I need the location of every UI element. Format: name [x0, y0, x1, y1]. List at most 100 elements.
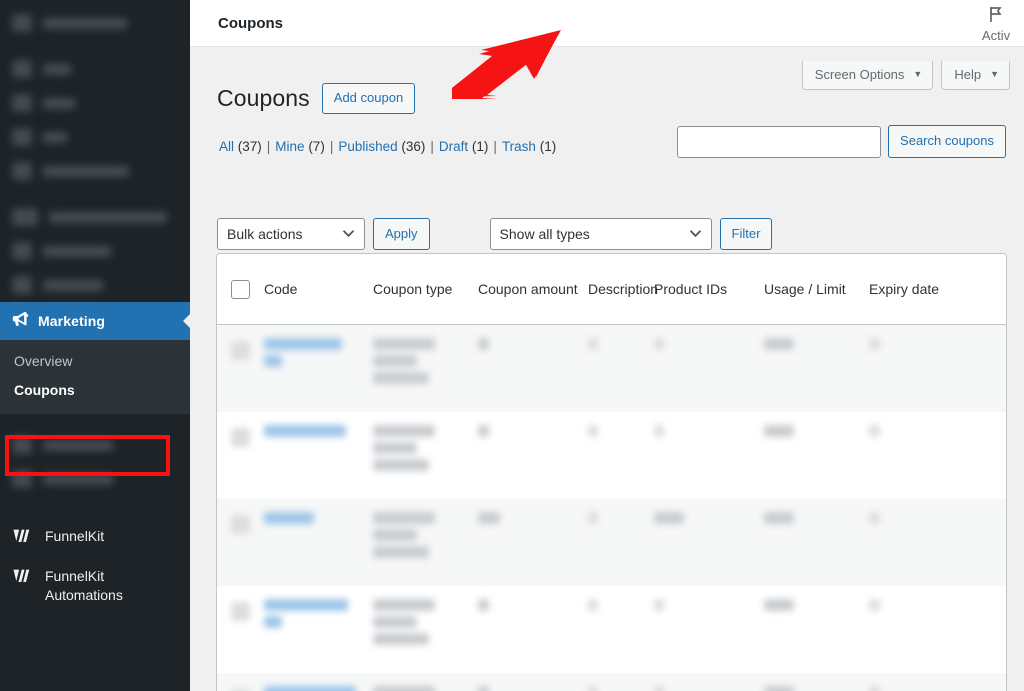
sidebar-item-label: [42, 439, 114, 451]
wp-admin-bar: Coupons Activ: [190, 0, 1024, 47]
table-cell: [588, 325, 654, 355]
sidebar-item-marketing[interactable]: Marketing: [0, 302, 190, 340]
sidebar-item-blurred[interactable]: [0, 234, 190, 268]
table-row[interactable]: [217, 586, 1006, 673]
table-cell: [373, 325, 478, 389]
sidebar-item-label: [42, 245, 112, 257]
filter-link-published[interactable]: Published: [338, 139, 397, 154]
bulk-actions-select-wrap: Bulk actions: [217, 218, 365, 250]
help-button[interactable]: Help ▼: [941, 61, 1010, 90]
search-input[interactable]: [677, 125, 882, 158]
chevron-down-icon: ▼: [913, 69, 923, 79]
sidebar-submenu-marketing: Overview Coupons: [0, 340, 190, 414]
admin-bar-right-group: Activ: [970, 0, 1024, 47]
sidebar-item-blurred[interactable]: [0, 86, 190, 120]
sidebar-item-blurred[interactable]: [0, 462, 190, 496]
sidebar-submenu-item-overview[interactable]: Overview: [0, 347, 190, 376]
sidebar-item-icon: [12, 14, 32, 32]
table-cell: [264, 586, 373, 633]
page-header: Coupons Add coupon: [217, 83, 416, 115]
column-header-code[interactable]: Code: [264, 280, 373, 298]
sidebar-item-blurred[interactable]: [0, 120, 190, 154]
sidebar-blurred-mid-items: [0, 414, 190, 508]
table-cell: [869, 673, 989, 691]
row-checkbox-cell[interactable]: [217, 586, 264, 626]
row-checkbox-cell[interactable]: [217, 673, 264, 691]
table-cell: [869, 586, 989, 616]
sidebar-active-pointer: [183, 313, 190, 329]
sidebar-item-label: [42, 165, 130, 177]
sidebar-funnelkit-group: FunnelKit FunnelKit Automations: [0, 508, 190, 614]
sidebar-item-icon: [12, 128, 32, 146]
sidebar-item-icon: [12, 470, 32, 488]
apply-button[interactable]: Apply: [373, 218, 430, 250]
add-coupon-button[interactable]: Add coupon: [321, 83, 416, 115]
table-cell: [588, 586, 654, 616]
column-header-expiry-date[interactable]: Expiry date: [869, 280, 989, 298]
status-filter-links: All (37) | Mine (7) | Published (36) | Draft (…: [219, 139, 556, 154]
sidebar-item-blurred[interactable]: [0, 52, 190, 86]
admin-bar-site-title[interactable]: Coupons: [218, 15, 283, 32]
row-checkbox-cell[interactable]: [217, 499, 264, 539]
row-checkbox-cell[interactable]: [217, 325, 264, 365]
sidebar-item-blurred[interactable]: [0, 268, 190, 302]
table-cell: [478, 673, 588, 691]
screen-options-button[interactable]: Screen Options ▼: [801, 61, 934, 90]
column-header-coupon-type[interactable]: Coupon type: [373, 280, 478, 298]
screen-options-label: Screen Options: [814, 67, 905, 82]
sidebar-submenu-item-coupons[interactable]: Coupons: [0, 376, 190, 405]
table-cell: [478, 325, 588, 355]
table-cell: [869, 325, 989, 355]
column-header-usage-limit[interactable]: Usage / Limit: [764, 280, 869, 298]
filter-link-count: (37): [234, 139, 262, 154]
filter-link-trash[interactable]: Trash: [502, 139, 536, 154]
table-cell: [654, 499, 764, 529]
filter-button[interactable]: Filter: [719, 218, 773, 250]
filter-link-all[interactable]: All: [219, 139, 234, 154]
sidebar-item-label: [42, 97, 76, 109]
funnelkit-icon: [13, 528, 35, 549]
column-header-coupon-amount[interactable]: Coupon amount: [478, 280, 588, 298]
table-cell: [869, 412, 989, 442]
column-header-product-ids[interactable]: Product IDs: [654, 280, 764, 298]
filter-link-draft[interactable]: Draft: [439, 139, 468, 154]
sidebar-item-funnelkit[interactable]: FunnelKit: [0, 518, 190, 558]
filter-link-separator: |: [493, 139, 497, 154]
filter-link-count: (36): [397, 139, 426, 154]
table-row[interactable]: [217, 325, 1006, 412]
column-header-description[interactable]: Description: [588, 280, 658, 298]
table-cell: [764, 412, 869, 442]
sidebar-item-funnelkit-automations[interactable]: FunnelKit Automations: [0, 558, 190, 614]
sidebar-item-blurred[interactable]: [0, 428, 190, 462]
sidebar-blurred-top-items: [0, 0, 190, 302]
filter-link-separator: |: [329, 139, 334, 154]
table-cell: [373, 499, 478, 563]
table-cell: [373, 412, 478, 476]
sidebar-separator: [0, 496, 190, 508]
filter-link-separator: |: [430, 139, 434, 154]
table-actions-row: Bulk actions Apply Show all types Filter: [217, 218, 773, 250]
row-checkbox-cell[interactable]: [217, 412, 264, 452]
search-box: Search coupons: [677, 125, 1006, 158]
select-all-checkbox[interactable]: [231, 279, 250, 299]
table-row[interactable]: [217, 412, 1006, 499]
type-filter-select[interactable]: Show all types: [489, 218, 712, 250]
select-all-checkbox-cell[interactable]: [217, 279, 264, 299]
bulk-actions-select[interactable]: Bulk actions: [217, 218, 365, 250]
search-coupons-button[interactable]: Search coupons: [888, 125, 1006, 158]
admin-sidebar: Marketing Overview Coupons FunnelKit Funne…: [0, 0, 190, 691]
sidebar-item-blurred[interactable]: [0, 6, 190, 40]
sidebar-item-blurred[interactable]: [0, 200, 190, 234]
admin-content-area: Screen Options ▼ Help ▼ Coupons Add coup…: [190, 47, 1024, 691]
table-cell: [478, 412, 588, 442]
filter-link-count: (1): [468, 139, 489, 154]
table-row[interactable]: [217, 499, 1006, 586]
admin-bar-activity-item[interactable]: Activ: [970, 4, 1022, 43]
sidebar-item-label: FunnelKit: [45, 528, 105, 544]
sidebar-item-blurred[interactable]: [0, 154, 190, 188]
screenshot-root: Marketing Overview Coupons FunnelKit Funne…: [0, 0, 1024, 691]
sidebar-item-icon: [12, 162, 32, 180]
table-row[interactable]: [217, 673, 1006, 691]
chevron-down-icon: ▼: [990, 69, 999, 79]
filter-link-mine[interactable]: Mine: [275, 139, 304, 154]
